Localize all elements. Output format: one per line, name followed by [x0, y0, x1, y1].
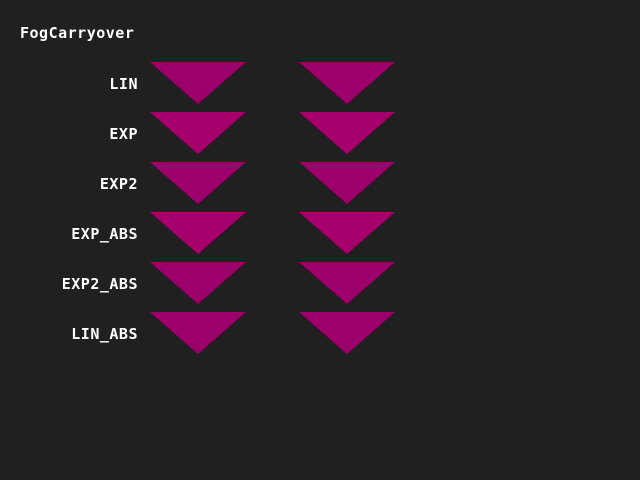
fog-mode-row: EXP_ABS [0, 212, 640, 262]
right-fog-triangle [299, 162, 395, 204]
left-fog-triangle [150, 62, 246, 104]
left-fog-triangle [150, 212, 246, 254]
right-fog-triangle [299, 112, 395, 154]
right-fog-triangle [299, 262, 395, 304]
fog-mode-row: EXP [0, 112, 640, 162]
fog-mode-label: EXP2 [99, 175, 138, 193]
left-fog-triangle [150, 262, 246, 304]
fog-mode-label: EXP2_ABS [61, 275, 138, 293]
fog-mode-label: LIN [109, 75, 138, 93]
fog-mode-row: EXP2 [0, 162, 640, 212]
fog-mode-row: LIN [0, 62, 640, 112]
left-fog-triangle [150, 312, 246, 354]
fog-mode-row: EXP2_ABS [0, 262, 640, 312]
left-fog-triangle [150, 162, 246, 204]
app-title: FogCarryover [20, 24, 135, 42]
right-fog-triangle [299, 212, 395, 254]
left-fog-triangle [150, 112, 246, 154]
fog-mode-label: EXP_ABS [71, 225, 138, 243]
right-fog-triangle [299, 62, 395, 104]
fog-mode-label: EXP [109, 125, 138, 143]
right-fog-triangle [299, 312, 395, 354]
fog-mode-label: LIN_ABS [71, 325, 138, 343]
fog-mode-row: LIN_ABS [0, 312, 640, 362]
